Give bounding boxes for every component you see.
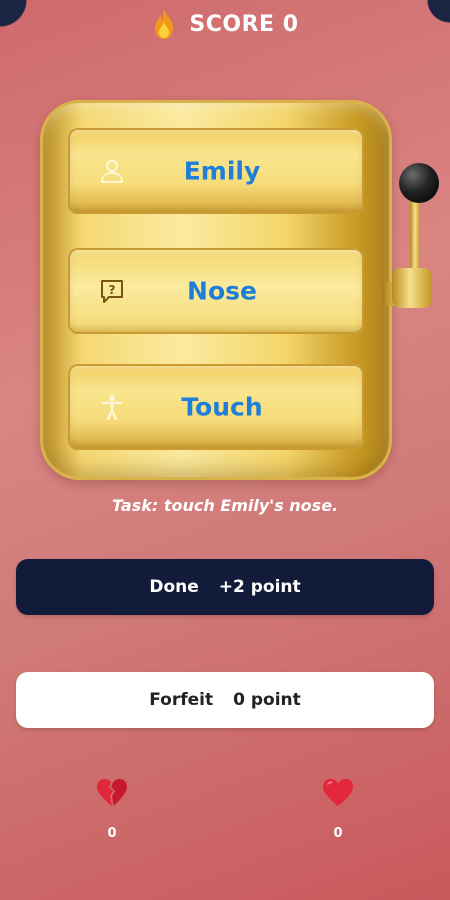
task-description: Task: touch Emily's nose. [111, 496, 339, 515]
reel-player: Emily [68, 128, 364, 214]
flame-icon [155, 9, 174, 39]
broken-hearts-count: 0 [107, 826, 117, 841]
reel-player-label: Emily [183, 156, 261, 186]
lever-stick[interactable] [410, 198, 420, 278]
forfeit-button-label: Forfeit [149, 690, 214, 710]
lever-knob[interactable] [399, 163, 439, 203]
reel-body-part-label: Nose [187, 276, 257, 306]
forfeit-button[interactable]: Forfeit 0 point [16, 672, 434, 728]
reel-action: Touch [68, 364, 364, 450]
heart-icon [323, 779, 353, 806]
score-header: SCORE 0 [0, 4, 450, 44]
done-button[interactable]: Done +2 point [16, 559, 434, 615]
broken-heart-icon [97, 779, 127, 806]
done-button-label: Done [149, 577, 199, 597]
lever-mount [392, 268, 432, 308]
hearts-stat: 0 [318, 778, 358, 841]
reel-action-label: Touch [181, 392, 263, 422]
broken-hearts-stat: 0 [92, 778, 132, 841]
done-button-points: +2 point [218, 577, 301, 597]
forfeit-button-points: 0 point [233, 690, 301, 710]
hearts-count: 0 [333, 826, 343, 841]
score-label: SCORE 0 [189, 11, 299, 37]
reel-body-part: ? Nose [68, 248, 364, 334]
